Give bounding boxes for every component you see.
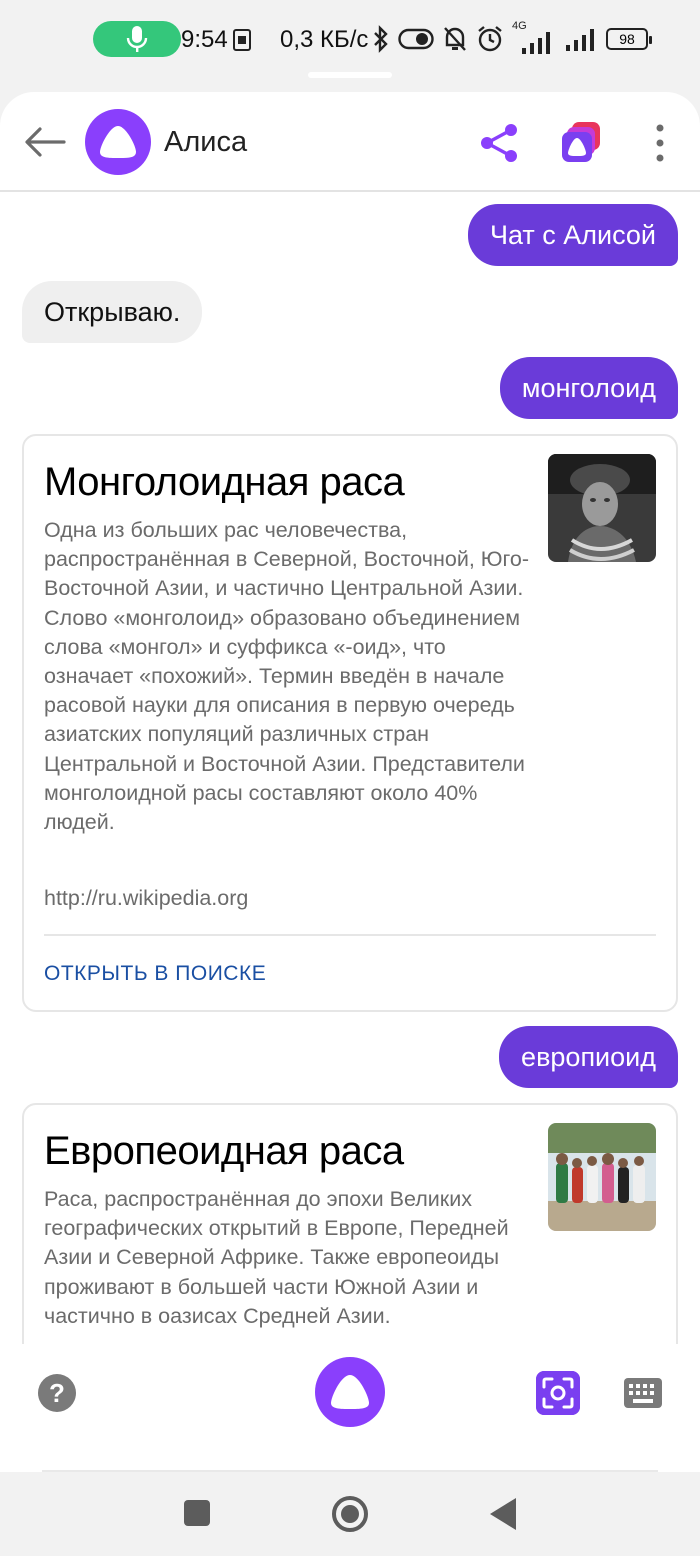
status-time: 9:54	[181, 26, 228, 53]
mic-icon	[126, 26, 148, 52]
mic-indicator[interactable]	[93, 21, 181, 57]
back-arrow-icon[interactable]	[22, 122, 68, 162]
card-source-url: http://ru.wikipedia.org	[44, 886, 249, 910]
camera-scan-icon[interactable]	[536, 1371, 580, 1415]
signal-icon	[566, 29, 594, 51]
chat-header: Алиса	[0, 92, 700, 192]
card-text: Одна из больших рас человечества, распро…	[44, 518, 529, 835]
alice-logo-icon	[100, 126, 136, 158]
share-icon[interactable]	[478, 122, 520, 164]
help-icon[interactable]: ?	[38, 1374, 76, 1412]
chat-messages[interactable]: Чат с Алисой Открываю. монголоид Монголо…	[0, 194, 700, 1344]
sheet-handle[interactable]	[308, 72, 392, 78]
battery-level: 98	[619, 31, 635, 47]
card-text: Раса, распространённая до эпохи Великих …	[44, 1187, 509, 1328]
card-thumbnail-image[interactable]	[548, 454, 656, 562]
user-message: Чат с Алисой	[467, 204, 678, 266]
sim-card-icon	[233, 29, 251, 51]
keyboard-icon[interactable]	[624, 1378, 662, 1408]
system-navigation-bar	[0, 1472, 700, 1556]
card-thumbnail-image[interactable]	[548, 1123, 656, 1231]
bluetooth-icon	[374, 25, 388, 53]
alice-message: Открываю.	[22, 281, 203, 343]
card-title: Монголоидная раса	[44, 460, 405, 504]
stack-icon[interactable]	[558, 120, 604, 164]
more-vertical-icon[interactable]	[648, 122, 672, 164]
network-speed: 0,3 КБ/с	[280, 26, 369, 53]
status-icons: 4G 98	[372, 20, 652, 56]
bell-off-icon	[444, 27, 466, 51]
search-result-card[interactable]: Европеоидная раса Раса, распространённая…	[22, 1103, 678, 1344]
alice-avatar	[85, 109, 151, 175]
search-result-card[interactable]: Монголоидная раса Одна из больших рас че…	[22, 434, 678, 1012]
status-bar: 9:54 0,3 КБ/с 4G 98	[0, 0, 700, 80]
signal-4g: 4G	[512, 20, 556, 54]
chat-title: Алиса	[164, 126, 248, 158]
alarm-icon	[478, 26, 502, 52]
open-in-search-link[interactable]: ОТКРЫТЬ В ПОИСКЕ	[44, 962, 266, 986]
back-triangle-icon[interactable]	[490, 1498, 516, 1530]
alice-voice-button[interactable]	[315, 1357, 385, 1427]
home-icon[interactable]	[332, 1496, 368, 1532]
user-message: монголоид	[499, 357, 678, 419]
toggle-icon	[398, 28, 434, 50]
alice-chat-sheet: Алиса Чат с Алисой Открываю. монголоид М…	[0, 92, 700, 1472]
card-divider	[44, 934, 656, 936]
alice-voice-icon	[331, 1375, 369, 1409]
signal-icon	[522, 32, 550, 54]
battery-icon: 98	[606, 28, 652, 50]
card-title: Европеоидная раса	[44, 1129, 404, 1173]
recent-apps-icon[interactable]	[184, 1500, 210, 1526]
input-bar: ?	[0, 1344, 700, 1472]
user-message: европиоид	[499, 1026, 678, 1088]
